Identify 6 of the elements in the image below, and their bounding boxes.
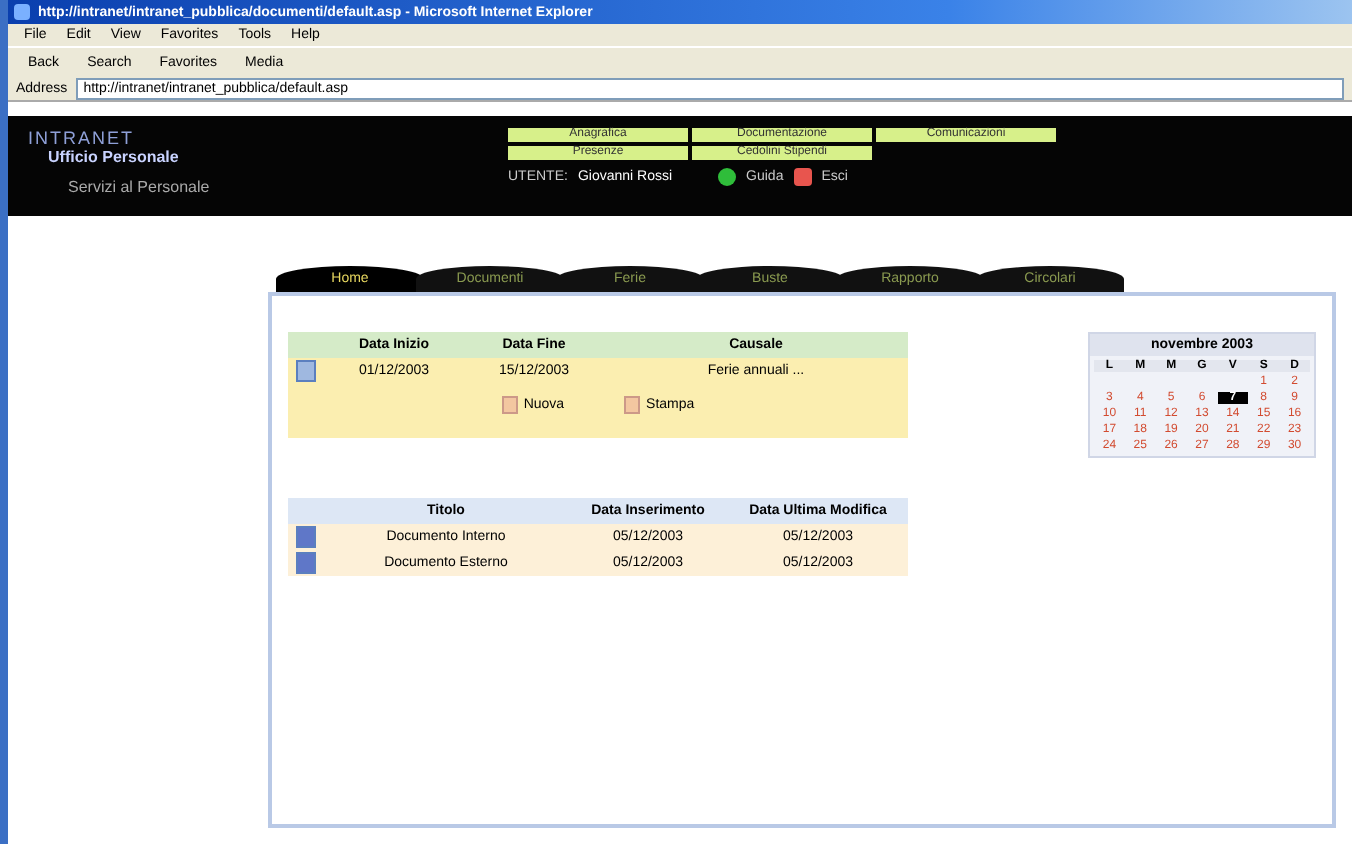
- logo-title: INTRANET: [28, 128, 136, 148]
- exit-icon[interactable]: [793, 168, 812, 186]
- logo-subtitle: Ufficio Personale: [46, 148, 181, 166]
- browser-icon: [14, 4, 30, 20]
- help-icon[interactable]: [718, 168, 737, 186]
- section-title: Servizi al Personale: [66, 178, 212, 196]
